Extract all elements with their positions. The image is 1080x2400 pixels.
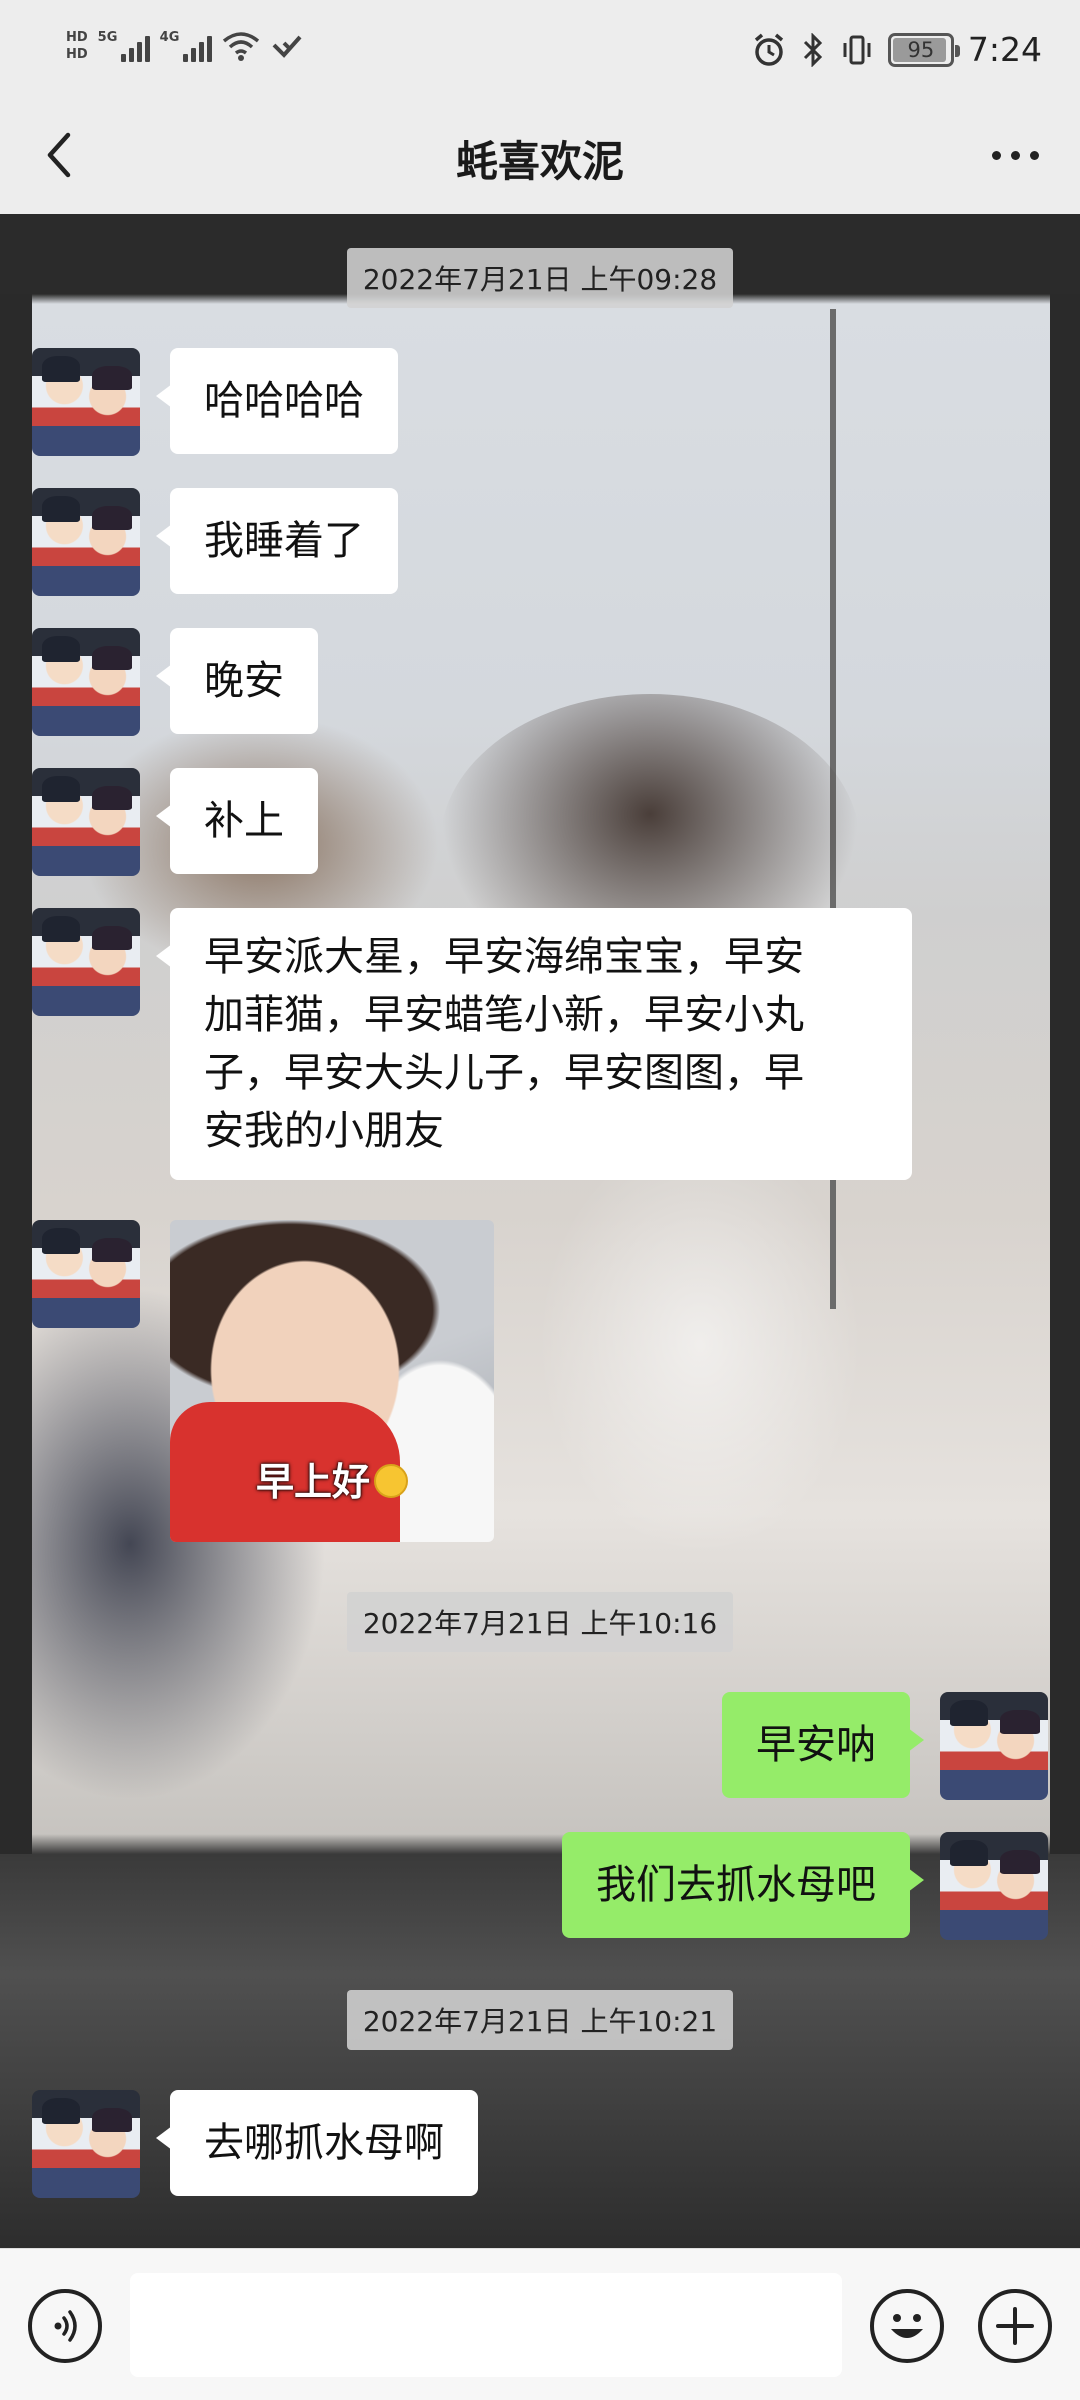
timestamp-text: 2022年7月21日 上午10:16 (346, 1592, 734, 1652)
contact-avatar[interactable] (32, 2090, 140, 2198)
status-right: 95 7:24 (752, 30, 1042, 69)
hd-bottom-label: HD (66, 47, 88, 62)
outgoing-message-bubble[interactable]: 早安呐 (722, 1692, 924, 1798)
message-text: 早安呐 (756, 1722, 876, 1768)
hd-top-label: HD (66, 30, 88, 45)
incoming-message-bubble[interactable]: 晚安 (156, 628, 318, 734)
signal-4g-icon: 4G (160, 28, 212, 64)
bluetooth-icon (803, 32, 823, 67)
status-bar: HD HD 5G 4G 95 7:24 (0, 0, 1080, 100)
vibrate-icon (843, 35, 871, 64)
hd-indicator: HD HD (66, 29, 88, 63)
alarm-icon (754, 33, 784, 66)
message-text: 哈哈哈哈 (204, 378, 364, 424)
contact-avatar[interactable] (32, 628, 140, 736)
plus-icon (996, 2307, 1034, 2345)
contact-avatar[interactable] (32, 488, 140, 596)
message-text-line: 早安派大星，早安海绵宝宝，早安 (204, 934, 804, 980)
contact-avatar[interactable] (32, 908, 140, 1016)
more-options-button[interactable] (980, 125, 1050, 185)
message-text: 去哪抓水母啊 (204, 2120, 444, 2166)
timestamp-text: 2022年7月21日 上午09:28 (346, 248, 734, 308)
chat-title: 蚝喜欢泥 (455, 137, 624, 186)
message-text-line: 加菲猫，早安蜡笔小新，早安小丸 (204, 992, 804, 1038)
sticker-caption: 早上好 (170, 1451, 494, 1506)
incoming-message-bubble[interactable]: 我睡着了 (156, 488, 398, 594)
message-input-bar (0, 2248, 1080, 2400)
status-left: HD HD 5G 4G (66, 28, 304, 64)
message-text: 晚安 (204, 658, 284, 704)
message-timestamp: 2022年7月21日 上午09:28 (0, 248, 1080, 308)
message-timestamp: 2022年7月21日 上午10:21 (0, 1990, 1080, 2050)
timestamp-text: 2022年7月21日 上午10:21 (346, 1990, 734, 2050)
message-timestamp: 2022年7月21日 上午10:16 (0, 1592, 1080, 1652)
signal-5g-icon: 5G (98, 28, 150, 64)
outgoing-message-bubble[interactable]: 我们去抓水母吧 (562, 1832, 924, 1938)
emoji-icon (891, 2314, 923, 2338)
battery-level: 95 (907, 37, 935, 62)
contact-avatar[interactable] (32, 1220, 140, 1328)
my-avatar[interactable] (940, 1692, 1048, 1800)
net2-label: 4G (159, 30, 180, 45)
message-input[interactable] (130, 2273, 842, 2377)
more-functions-button[interactable] (978, 2289, 1052, 2363)
message-text: 我睡着了 (204, 518, 364, 564)
status-time: 7:24 (967, 30, 1042, 69)
voice-icon (54, 2310, 77, 2342)
incoming-message-bubble[interactable]: 去哪抓水母啊 (156, 2090, 478, 2196)
message-text: 补上 (204, 798, 284, 844)
message-text-line: 子，早安大头儿子，早安图图，早 (204, 1050, 804, 1096)
message-text-line: 安我的小朋友 (204, 1108, 444, 1154)
contact-avatar[interactable] (32, 768, 140, 876)
my-avatar[interactable] (940, 1832, 1048, 1940)
chat-header: 蚝喜欢泥 (0, 100, 1080, 214)
sticker-message[interactable]: 早上好 (170, 1220, 494, 1542)
emoji-button[interactable] (870, 2289, 944, 2363)
wifi-icon (222, 32, 259, 61)
contact-avatar[interactable] (32, 348, 140, 456)
data-saver-icon (272, 35, 302, 58)
incoming-message-bubble[interactable]: 早安派大星，早安海绵宝宝，早安 加菲猫，早安蜡笔小新，早安小丸 子，早安大头儿子… (156, 908, 912, 1180)
chat-message-list[interactable]: 2022年7月21日 上午09:28 哈哈哈哈 我睡着了 晚安 补上 早安派大星… (0, 214, 1080, 2248)
more-dots-icon (991, 150, 1039, 160)
voice-input-button[interactable] (28, 2289, 102, 2363)
battery-indicator: 95 (887, 32, 960, 67)
sticker-caption-text: 早上好 (255, 1460, 370, 1504)
net1-label: 5G (97, 30, 118, 45)
message-text: 我们去抓水母吧 (596, 1862, 876, 1908)
incoming-message-bubble[interactable]: 哈哈哈哈 (156, 348, 398, 454)
incoming-message-bubble[interactable]: 补上 (156, 768, 318, 874)
smile-emoji-icon (374, 1463, 408, 1498)
